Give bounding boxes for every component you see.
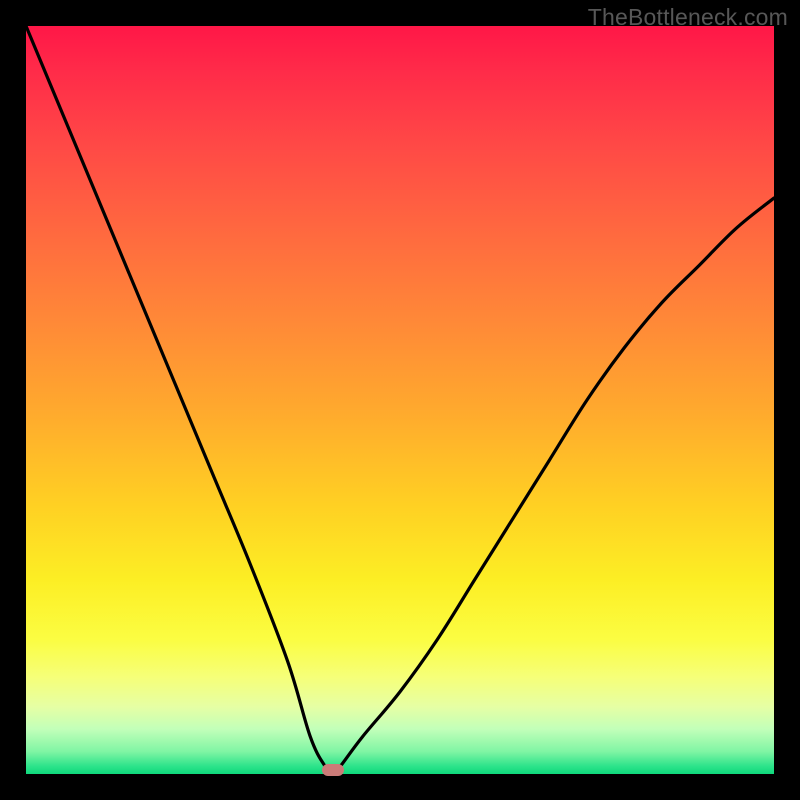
bottleneck-curve bbox=[26, 26, 774, 774]
watermark-text: TheBottleneck.com bbox=[588, 4, 788, 31]
optimal-point-marker bbox=[322, 764, 344, 776]
plot-area bbox=[26, 26, 774, 774]
chart-frame: TheBottleneck.com bbox=[0, 0, 800, 800]
